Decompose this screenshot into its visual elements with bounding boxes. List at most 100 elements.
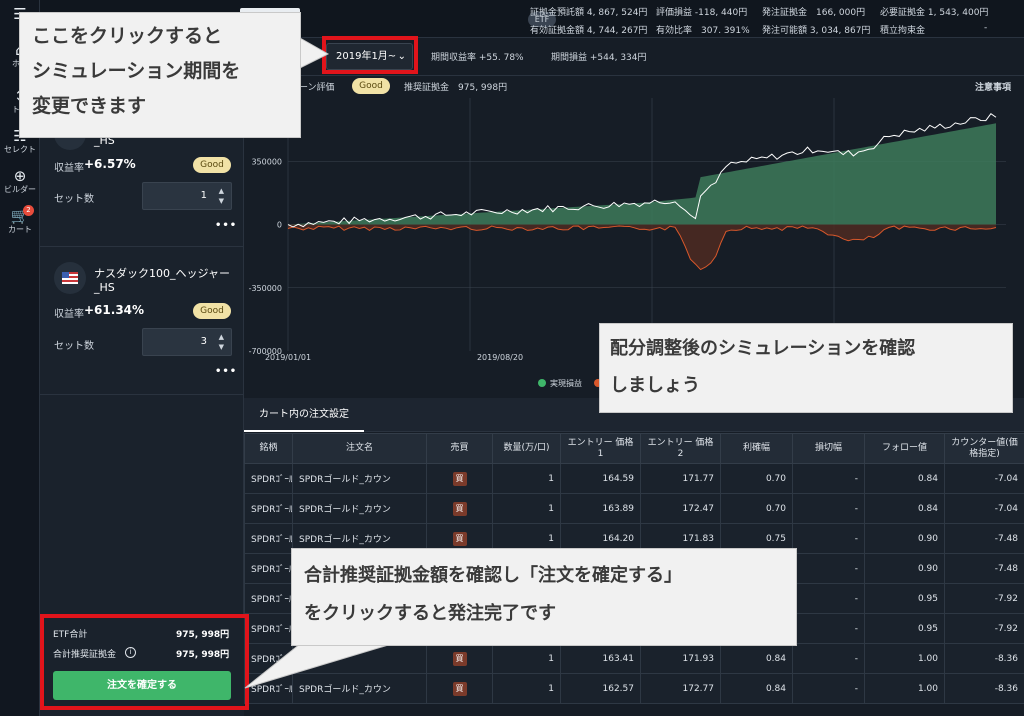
cart-icon: 🛒 xyxy=(10,207,30,225)
callout-confirm: 合計推奨証拠金額を確認し「注文を確定する」 をクリックすると発注完了です xyxy=(291,548,797,646)
column-header: 注文名 xyxy=(292,433,427,464)
tab-cart-orders[interactable]: カート内の注文設定 xyxy=(244,398,364,432)
table-cell: SPDRｺﾞｰﾙﾄﾞ xyxy=(244,523,293,554)
stepper-icon[interactable]: ▲ ▼ xyxy=(219,186,224,206)
callout-line: 配分調整後のシミュレーションを確認 xyxy=(610,338,916,359)
recommended-margin: 推奨証拠金 975, 998円 xyxy=(404,83,508,93)
set-count-stepper[interactable]: 1 ▲ ▼ xyxy=(142,182,232,210)
x-tick-label: 2019/08/20 xyxy=(477,353,523,362)
highlight-period-select xyxy=(322,36,418,74)
table-cell: 172.77 xyxy=(640,673,721,704)
column-header: エントリー 価格 1 xyxy=(560,433,641,464)
callout-line: 合計推奨証拠金額を確認し「注文を確定する」 xyxy=(304,565,682,586)
column-header: 売買 xyxy=(426,433,493,464)
set-count-stepper[interactable]: 3 ▲ ▼ xyxy=(142,328,232,356)
callout-line: シミュレーション期間を xyxy=(32,60,241,82)
table-cell: - xyxy=(792,553,865,584)
table-cell: -7.92 xyxy=(944,583,1024,614)
set-count-value: 3 xyxy=(200,336,207,347)
table-cell: 1.00 xyxy=(864,643,945,674)
table-row[interactable]: SPDRｺﾞｰﾙﾄﾞSPDRゴールド_カウン 買 1164.59171.770.70… xyxy=(244,463,1024,494)
table-cell: SPDRｺﾞｰﾙﾄﾞ xyxy=(244,463,293,494)
table-cell: - xyxy=(792,463,865,494)
callout-line: ここをクリックすると xyxy=(32,25,223,47)
notes-link[interactable]: 注意事項 xyxy=(975,80,1011,93)
table-cell: -7.48 xyxy=(944,553,1024,584)
fund-name: ナスダック100_ヘッジャー xyxy=(94,267,230,280)
nav-cart[interactable]: 🛒 カート 2 xyxy=(0,205,40,235)
nav-builder-label: ビルダー xyxy=(4,185,36,194)
column-header: 利確幅 xyxy=(720,433,793,464)
table-cell: - xyxy=(792,583,865,614)
table-cell: 164.59 xyxy=(560,463,641,494)
buy-badge: 買 xyxy=(452,501,467,516)
legend-marker xyxy=(538,379,546,387)
reserved-label: 積立拘束金 xyxy=(880,26,926,36)
table-cell: - xyxy=(792,493,865,524)
good-badge: Good xyxy=(193,303,231,319)
legend-label: 実現損益 xyxy=(550,378,582,388)
table-cell: 163.41 xyxy=(560,643,641,674)
table-cell: -7.04 xyxy=(944,463,1024,494)
table-cell: -7.92 xyxy=(944,613,1024,644)
table-header-row: 銘柄 注文名 売買 数量(万/口) エントリー 価格 1 エントリー 価格 2 利確幅 損切幅… xyxy=(244,433,1024,464)
table-cell: 買 xyxy=(426,673,493,704)
table-cell: - xyxy=(792,673,865,704)
period-pl: 期間損益 +544, 334円 xyxy=(551,53,647,63)
table-cell: 買 xyxy=(426,643,493,674)
period-return: 期間収益率 +55. 78% xyxy=(431,53,524,63)
table-cell: -7.48 xyxy=(944,523,1024,554)
rate-value: +61.34% xyxy=(84,303,145,317)
more-menu-icon[interactable]: ••• xyxy=(215,366,237,377)
table-cell: 162.57 xyxy=(560,673,641,704)
more-menu-icon[interactable]: ••• xyxy=(215,220,237,231)
effective-ratio-label: 有効比率 307. 391% xyxy=(656,26,750,36)
nav-select-label: セレクト xyxy=(4,145,36,154)
rate-label: 収益率 xyxy=(54,163,84,174)
column-header: カウンター値(価 格指定) xyxy=(944,433,1024,464)
us-flag-icon xyxy=(54,262,86,294)
buy-badge: 買 xyxy=(452,651,467,666)
table-cell: 1.00 xyxy=(864,673,945,704)
stepper-icon[interactable]: ▲ ▼ xyxy=(219,332,224,352)
buy-badge: 買 xyxy=(452,681,467,696)
table-row[interactable]: SPDRｺﾞｰﾙﾄﾞSPDRゴールド_カウン 買 1163.89172.470.70… xyxy=(244,493,1024,524)
rate-label: 収益率 xyxy=(54,309,84,320)
nav-builder[interactable]: ⊕ ビルダー xyxy=(0,168,40,195)
divider xyxy=(40,246,244,247)
y-tick-label: 0 xyxy=(277,221,282,230)
table-cell: SPDRゴールド_カウン xyxy=(292,463,427,494)
table-cell: 0.84 xyxy=(720,673,793,704)
table-cell: 0.95 xyxy=(864,583,945,614)
callout-period: ここをクリックすると シミュレーション期間を 変更できます xyxy=(19,12,301,138)
set-count-value: 1 xyxy=(200,190,207,201)
table-cell: 0.70 xyxy=(720,493,793,524)
column-header: エントリー 価格 2 xyxy=(640,433,721,464)
table-cell: 買 xyxy=(426,493,493,524)
table-cell: 172.47 xyxy=(640,493,721,524)
nav-cart-label: カート xyxy=(8,225,32,234)
table-cell: - xyxy=(792,643,865,674)
table-cell: 171.93 xyxy=(640,643,721,674)
callout-simulation: 配分調整後のシミュレーションを確認 しましょう xyxy=(599,323,1013,413)
table-cell: 1 xyxy=(492,673,561,704)
cart-badge: 2 xyxy=(23,205,34,216)
buy-badge: 買 xyxy=(452,531,467,546)
good-badge: Good xyxy=(193,157,231,173)
table-cell: 0.84 xyxy=(864,463,945,494)
table-cell: 0.84 xyxy=(720,643,793,674)
column-header: 数量(万/口) xyxy=(492,433,561,464)
us-flag-graphic xyxy=(62,272,78,284)
table-cell: 0.84 xyxy=(864,493,945,524)
builder-icon: ⊕ xyxy=(13,167,27,185)
table-cell: 1 xyxy=(492,643,561,674)
buy-badge: 買 xyxy=(452,471,467,486)
y-tick-label: -350000 xyxy=(249,284,282,293)
table-cell: 1 xyxy=(492,463,561,494)
table-cell: -7.04 xyxy=(944,493,1024,524)
x-tick-label: 2019/01/01 xyxy=(265,353,311,362)
fund-name-line2: _HS xyxy=(94,281,115,294)
table-cell: -8.36 xyxy=(944,673,1024,704)
good-badge: Good xyxy=(352,78,390,94)
effective-margin-label: 有効証拠金額 4, 744, 267円 xyxy=(530,26,648,36)
